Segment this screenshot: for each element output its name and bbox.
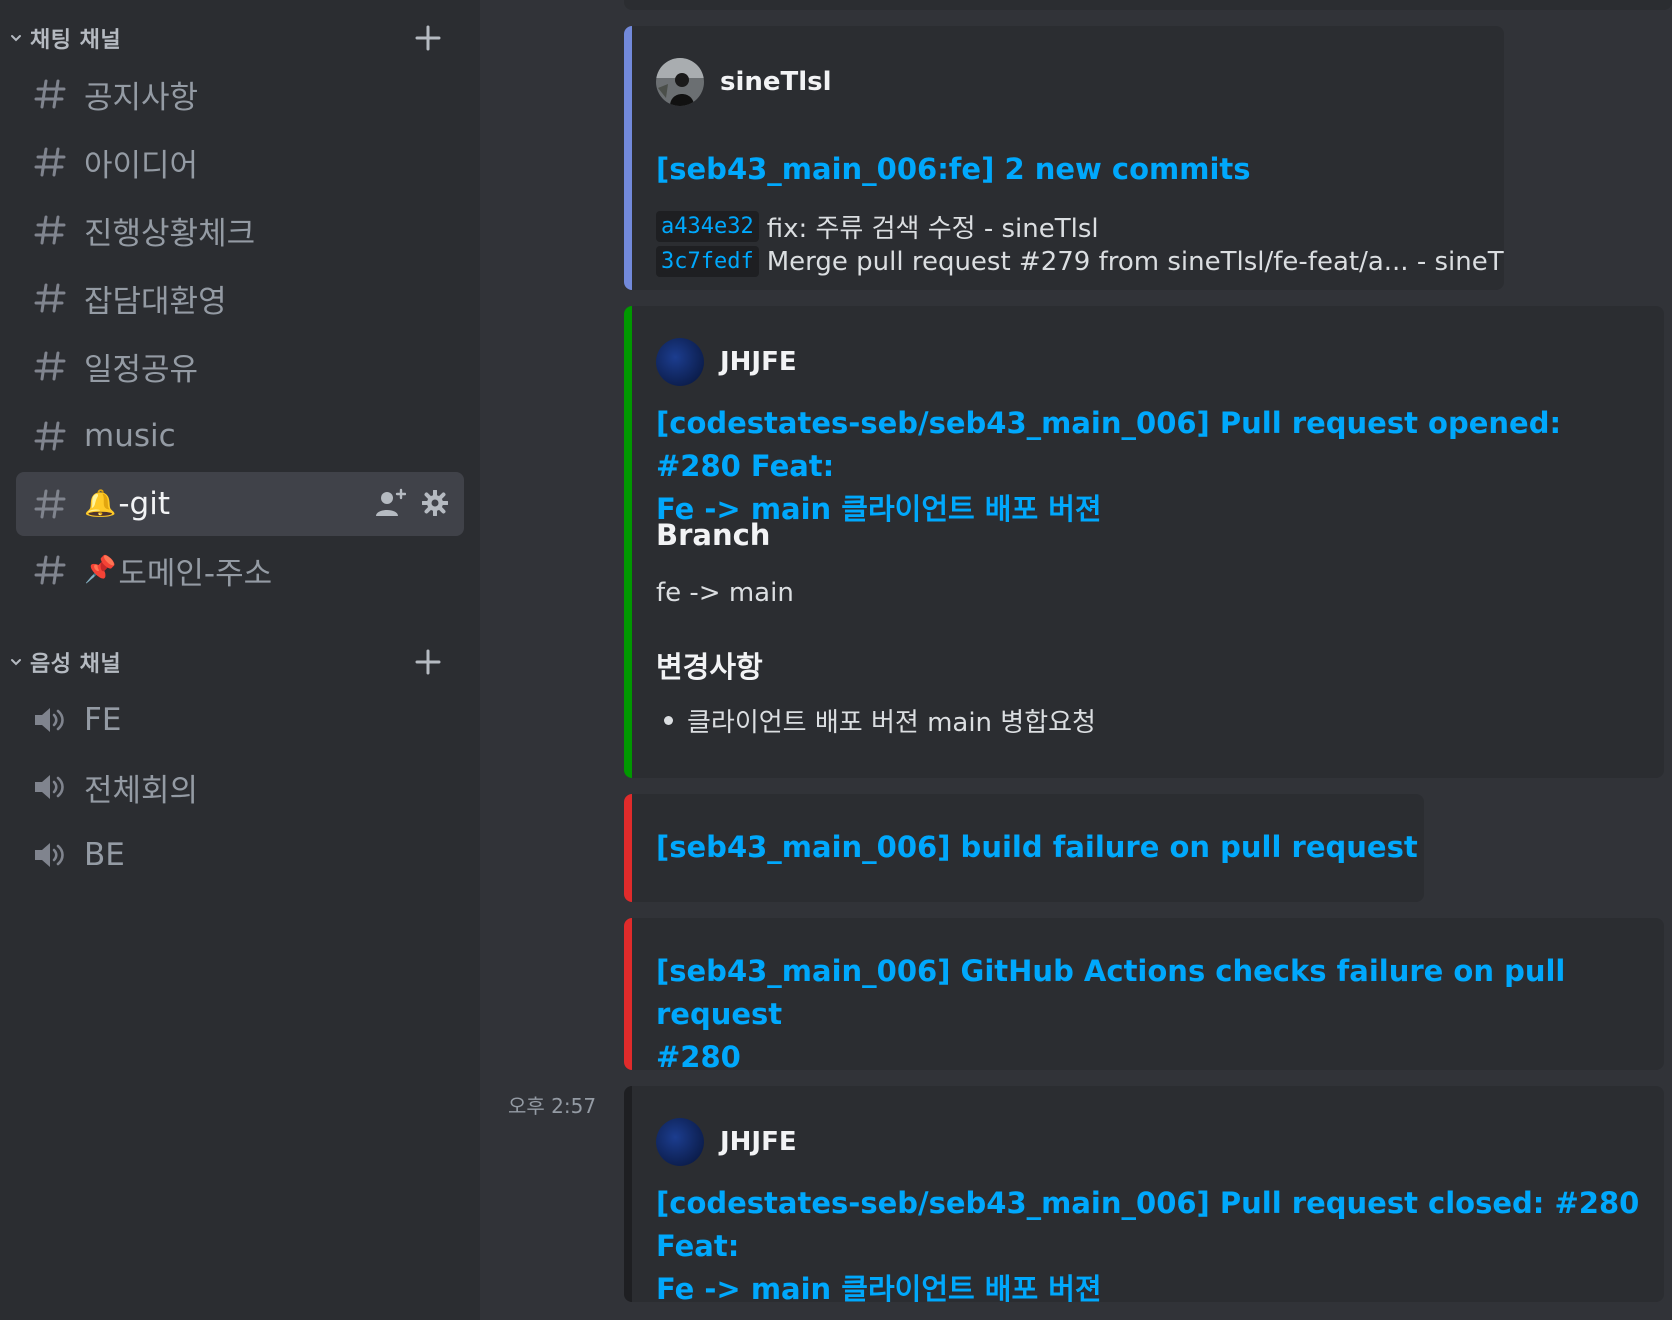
title-line: #280 — [656, 1040, 741, 1070]
embed-author[interactable]: JHJFE — [656, 1118, 797, 1166]
commit-line: a434e32 fix: 주류 검색 수정 - sineTlsl — [656, 208, 1099, 245]
channel-item[interactable]: 잡담대환영 — [16, 266, 464, 330]
commit-line: 3c7fedf Merge pull request #279 from sin… — [656, 246, 1504, 277]
speaker-icon — [32, 840, 68, 870]
voice-channel-item[interactable]: 전체회의 — [16, 755, 464, 819]
channel-item[interactable]: 📌 도메인-주소 — [16, 538, 464, 602]
avatar[interactable] — [656, 1118, 704, 1166]
list-item-text: 클라이언트 배포 버젼 main 병합요청 — [687, 708, 1096, 738]
commit-sha-link[interactable]: a434e32 — [656, 211, 759, 242]
title-line: Fe -> main 클라이언트 배포 버젼 — [656, 492, 1102, 526]
message-timestamp[interactable]: 오후 2:57 — [508, 1090, 596, 1119]
title-line: [codestates-seb/seb43_main_006] Pull req… — [656, 406, 1562, 483]
previous-embed-edge — [624, 0, 1672, 10]
build-failure-embed: [seb43_main_006] build failure on pull r… — [624, 794, 1424, 902]
embed-title-link[interactable]: [codestates-seb/seb43_main_006] Pull req… — [656, 402, 1640, 531]
channel-item[interactable]: 진행상황체크 — [16, 198, 464, 262]
voice-channel-item[interactable]: BE — [16, 823, 464, 887]
actions-failure-embed: [seb43_main_006] GitHub Actions checks f… — [624, 918, 1664, 1070]
title-line: [codestates-seb/seb43_main_006] Pull req… — [656, 1186, 1640, 1263]
channel-label: 도메인-주소 — [118, 555, 273, 592]
voice-channel-item[interactable]: FE — [16, 688, 464, 752]
pr-closed-embed: JHJFE [codestates-seb/seb43_main_006] Pu… — [624, 1086, 1664, 1302]
embed-title-link[interactable]: [seb43_main_006] build failure on pull r… — [656, 826, 1424, 869]
channel-label: 전체회의 — [84, 772, 199, 809]
commit-sha-link[interactable]: 3c7fedf — [656, 246, 759, 277]
commit-embed: sineTlsl [seb43_main_006:fe] 2 new commi… — [624, 26, 1504, 290]
channel-actions — [374, 488, 449, 522]
avatar[interactable] — [656, 338, 704, 386]
bullet-dot — [664, 716, 673, 725]
channel-item[interactable]: 아이디어 — [16, 130, 464, 194]
speaker-icon — [32, 772, 68, 802]
field-value: fe -> main — [656, 578, 794, 608]
embed-accent-bar — [624, 1086, 632, 1302]
channel-label: 공지사항 — [84, 79, 199, 116]
hash-icon — [32, 488, 68, 520]
pr-opened-embed: JHJFE [codestates-seb/seb43_main_006] Pu… — [624, 306, 1664, 778]
title-line: [seb43_main_006] GitHub Actions checks f… — [656, 954, 1566, 1031]
embed-title-link[interactable]: [codestates-seb/seb43_main_006] Pull req… — [656, 1182, 1640, 1302]
title-line: Fe -> main 클라이언트 배포 버젼 — [656, 1272, 1102, 1302]
channel-label: BE — [84, 837, 125, 873]
category-voice-channels[interactable]: 음성 채널 — [8, 642, 464, 682]
hash-icon — [32, 350, 68, 382]
avatar[interactable] — [656, 58, 704, 106]
embed-title-link[interactable]: [seb43_main_006] GitHub Actions checks f… — [656, 950, 1640, 1070]
field-name: Branch — [656, 518, 771, 552]
hash-icon — [32, 146, 68, 178]
hash-icon — [32, 214, 68, 246]
embed-title-link[interactable]: [seb43_main_006:fe] 2 new commits — [656, 148, 1480, 191]
category-text-channels[interactable]: 채팅 채널 — [8, 18, 464, 58]
commit-message: Merge pull request #279 from sineTlsl/fe… — [766, 246, 1504, 277]
embed-author[interactable]: JHJFE — [656, 338, 797, 386]
channel-label: 아이디어 — [84, 147, 199, 184]
add-member-icon[interactable] — [374, 488, 407, 522]
field-name: 변경사항 — [656, 650, 763, 684]
hash-icon — [32, 420, 68, 452]
channel-label: -git — [118, 486, 171, 522]
create-channel-plus-icon[interactable] — [412, 646, 444, 678]
channel-label: FE — [84, 702, 122, 738]
create-channel-plus-icon[interactable] — [412, 22, 444, 54]
channel-label: 잡담대환영 — [84, 283, 227, 320]
embed-accent-bar — [624, 794, 632, 902]
category-label: 채팅 채널 — [30, 28, 122, 53]
channel-label: 일정공유 — [84, 351, 199, 388]
author-name: sineTlsl — [720, 67, 832, 97]
channel-item[interactable]: 공지사항 — [16, 62, 464, 126]
hash-icon — [32, 78, 68, 110]
gear-icon[interactable] — [421, 489, 449, 520]
embed-accent-bar — [624, 918, 632, 1070]
list-item: 클라이언트 배포 버젼 main 병합요청 — [656, 702, 1096, 739]
channel-sidebar: 채팅 채널 공지사항 아이디어 진행상황체크 잡담대환영 일정공유 music … — [0, 0, 480, 1320]
channel-label: music — [84, 418, 176, 454]
bell-emoji: 🔔 — [84, 489, 117, 519]
embed-accent-bar — [624, 26, 632, 290]
author-name: JHJFE — [720, 1127, 797, 1157]
chevron-down-icon — [8, 30, 24, 46]
channel-item[interactable]: 일정공유 — [16, 334, 464, 398]
chevron-down-icon — [8, 654, 24, 670]
hash-icon — [32, 554, 68, 586]
author-name: JHJFE — [720, 347, 797, 377]
embed-accent-bar — [624, 306, 632, 778]
channel-label: 진행상황체크 — [84, 215, 256, 252]
channel-item[interactable]: music — [16, 404, 464, 468]
channel-item-active[interactable]: 🔔 -git — [16, 472, 464, 536]
pushpin-emoji: 📌 — [84, 555, 117, 585]
category-label: 음성 채널 — [30, 652, 122, 677]
hash-icon — [32, 282, 68, 314]
embed-author[interactable]: sineTlsl — [656, 58, 832, 106]
commit-message: fix: 주류 검색 수정 - sineTlsl — [766, 214, 1099, 244]
speaker-icon — [32, 705, 68, 735]
